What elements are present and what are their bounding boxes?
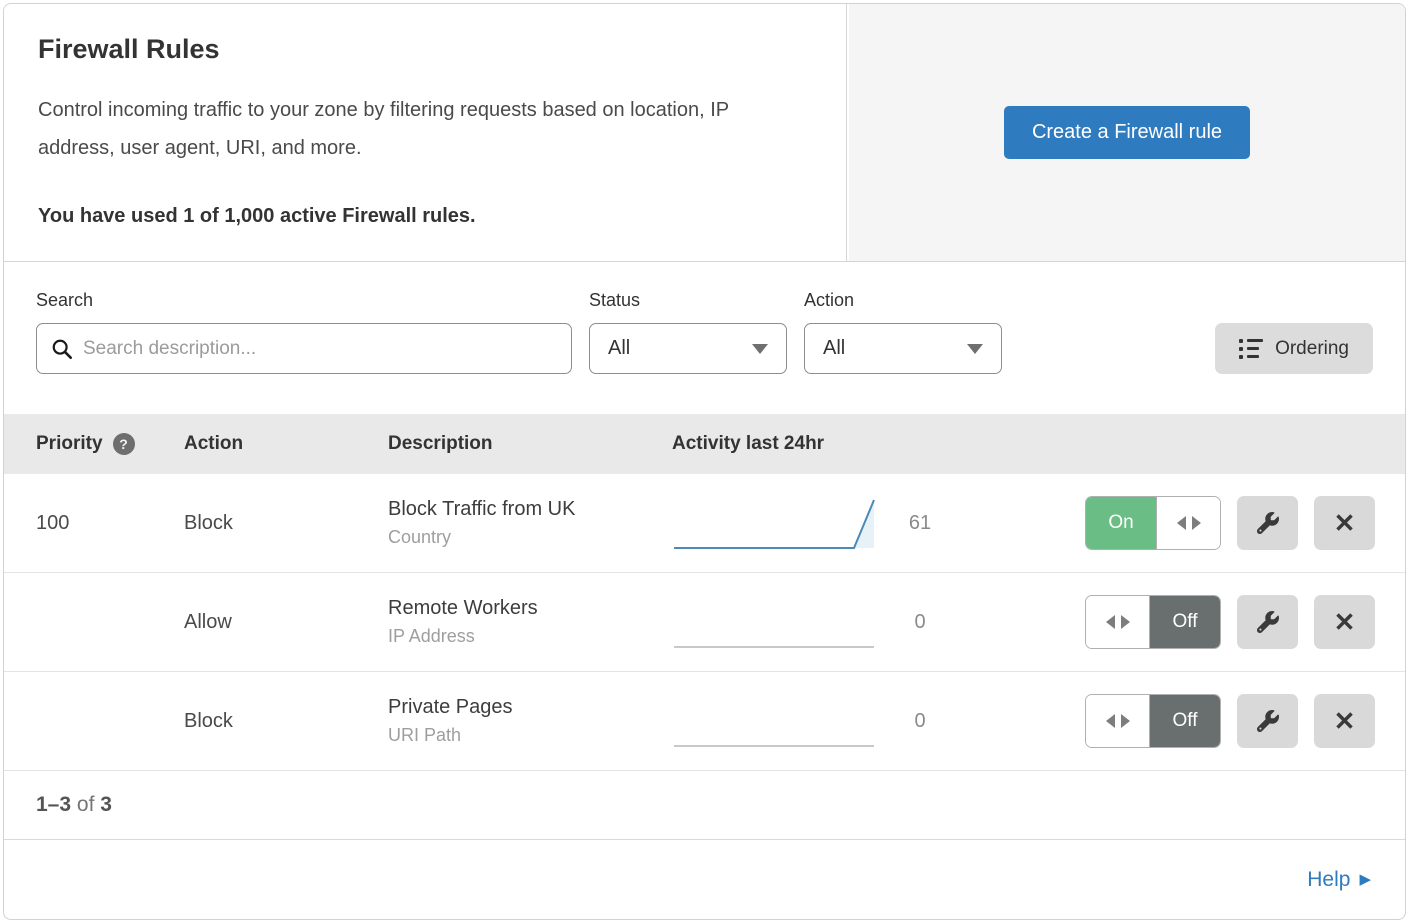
toggle-drag-handle[interactable]: [1086, 695, 1150, 747]
rule-description: Private Pages: [388, 696, 672, 719]
priority-value: 100: [4, 512, 184, 535]
edit-rule-button[interactable]: [1237, 496, 1298, 550]
action-selected-value: All: [823, 337, 845, 360]
action-value: Block: [184, 710, 388, 733]
arrow-right-icon: [1121, 714, 1130, 728]
pagination-status: 1–3 of 3: [4, 771, 1405, 840]
pagination-range: 1–3: [36, 793, 71, 816]
table-row: Block Private Pages URI Path 0 Off: [4, 672, 1405, 771]
action-label: Action: [804, 290, 1002, 311]
wrench-icon: [1257, 611, 1279, 633]
status-selected-value: All: [608, 337, 630, 360]
ordering-button-label: Ordering: [1275, 338, 1349, 360]
enable-toggle[interactable]: Off: [1085, 595, 1221, 649]
status-label: Status: [589, 290, 787, 311]
arrow-right-icon: [1192, 516, 1201, 530]
usage-summary: You have used 1 of 1,000 active Firewall…: [38, 205, 812, 228]
action-filter-group: Action All: [804, 290, 1002, 374]
rule-type: Country: [388, 527, 672, 548]
rule-type: URI Path: [388, 725, 672, 746]
pagination-total: 3: [100, 793, 112, 816]
close-icon: ✕: [1334, 607, 1356, 638]
table-header: Priority ? Action Description Activity l…: [4, 414, 1405, 474]
firewall-rules-panel: Firewall Rules Control incoming traffic …: [3, 3, 1406, 920]
activity-count: 0: [877, 710, 963, 733]
column-description: Description: [388, 433, 672, 455]
edit-rule-button[interactable]: [1237, 595, 1298, 649]
action-value: Allow: [184, 611, 388, 634]
toggle-state-label: On: [1086, 497, 1156, 549]
row-controls: Off ✕: [963, 595, 1405, 649]
arrow-left-icon: [1106, 714, 1115, 728]
status-filter-group: Status All: [589, 290, 787, 374]
activity-sparkline: [672, 585, 877, 660]
column-priority: Priority ?: [4, 433, 184, 455]
header-action-area: Create a Firewall rule: [847, 4, 1405, 261]
enable-toggle[interactable]: Off: [1085, 694, 1221, 748]
close-icon: ✕: [1334, 706, 1356, 737]
arrow-right-icon: [1121, 615, 1130, 629]
arrow-left-icon: [1177, 516, 1186, 530]
rule-description: Remote Workers: [388, 597, 672, 620]
search-box[interactable]: [36, 323, 572, 374]
table-row: 100 Block Block Traffic from UK Country …: [4, 474, 1405, 573]
rule-type: IP Address: [388, 626, 672, 647]
header-text-block: Firewall Rules Control incoming traffic …: [4, 4, 847, 261]
edit-rule-button[interactable]: [1237, 694, 1298, 748]
enable-toggle[interactable]: On: [1085, 496, 1221, 550]
arrow-right-icon: ▶: [1359, 872, 1371, 887]
toggle-state-label: Off: [1150, 596, 1220, 648]
search-input[interactable]: [83, 338, 557, 360]
column-action: Action: [184, 433, 388, 455]
header-section: Firewall Rules Control incoming traffic …: [4, 4, 1405, 262]
toggle-drag-handle[interactable]: [1156, 497, 1220, 549]
chevron-down-icon: [967, 344, 983, 354]
delete-rule-button[interactable]: ✕: [1314, 694, 1375, 748]
filter-bar: Search Status All Action All: [4, 262, 1405, 414]
page-description: Control incoming traffic to your zone by…: [38, 91, 808, 167]
column-activity: Activity last 24hr: [672, 433, 932, 455]
activity-count: 0: [877, 611, 963, 634]
footer-row: Help ▶: [4, 840, 1405, 919]
search-label: Search: [36, 290, 572, 311]
list-ordering-icon: [1239, 339, 1263, 359]
create-firewall-rule-button[interactable]: Create a Firewall rule: [1004, 106, 1250, 159]
help-link[interactable]: Help ▶: [1307, 868, 1371, 892]
delete-rule-button[interactable]: ✕: [1314, 496, 1375, 550]
description-cell[interactable]: Private Pages URI Path: [388, 696, 672, 746]
status-select[interactable]: All: [589, 323, 787, 374]
search-icon: [51, 338, 73, 360]
action-select[interactable]: All: [804, 323, 1002, 374]
page-title: Firewall Rules: [38, 34, 812, 65]
description-cell[interactable]: Remote Workers IP Address: [388, 597, 672, 647]
priority-header-label: Priority: [36, 433, 103, 455]
table-row: Allow Remote Workers IP Address 0 Off: [4, 573, 1405, 672]
chevron-down-icon: [752, 344, 768, 354]
toggle-drag-handle[interactable]: [1086, 596, 1150, 648]
rule-description: Block Traffic from UK: [388, 498, 672, 521]
description-cell[interactable]: Block Traffic from UK Country: [388, 498, 672, 548]
toggle-state-label: Off: [1150, 695, 1220, 747]
search-group: Search: [36, 290, 572, 374]
action-value: Block: [184, 512, 388, 535]
rules-list: 100 Block Block Traffic from UK Country …: [4, 474, 1405, 771]
close-icon: ✕: [1334, 508, 1356, 539]
delete-rule-button[interactable]: ✕: [1314, 595, 1375, 649]
priority-help-icon[interactable]: ?: [113, 433, 135, 455]
activity-sparkline: [672, 684, 877, 759]
ordering-button[interactable]: Ordering: [1215, 323, 1373, 374]
activity-sparkline: [672, 486, 877, 561]
wrench-icon: [1257, 512, 1279, 534]
help-link-label: Help: [1307, 868, 1350, 892]
wrench-icon: [1257, 710, 1279, 732]
activity-count: 61: [877, 512, 963, 535]
row-controls: On ✕: [963, 496, 1405, 550]
row-controls: Off ✕: [963, 694, 1405, 748]
arrow-left-icon: [1106, 615, 1115, 629]
pagination-of: of: [77, 793, 95, 816]
